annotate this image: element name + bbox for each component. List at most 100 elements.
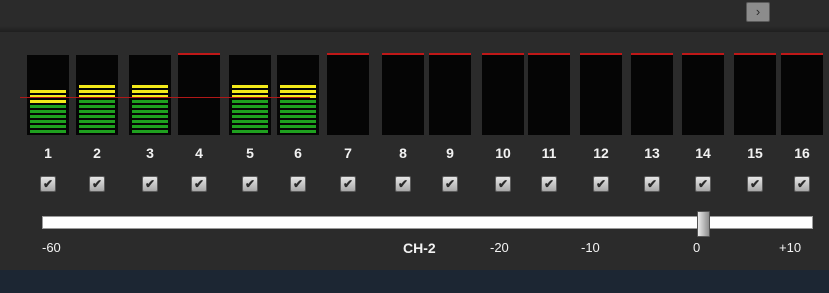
channel-enable-checkbox[interactable]: ✔ — [593, 176, 609, 192]
channel-number: 7 — [344, 145, 352, 161]
channel-enable-checkbox[interactable]: ✔ — [442, 176, 458, 192]
channel-enable-checkbox[interactable]: ✔ — [747, 176, 763, 192]
channel-number: 9 — [446, 145, 454, 161]
peak-hold-line — [580, 53, 622, 55]
meter-segment — [280, 105, 316, 108]
peak-hold-line — [781, 53, 823, 55]
channel-number: 15 — [747, 145, 763, 161]
channel-enable-checkbox[interactable]: ✔ — [242, 176, 258, 192]
meter-segment — [132, 125, 168, 128]
channel-number: 4 — [195, 145, 203, 161]
scale-minus10-label: -10 — [581, 240, 600, 255]
meter-segment — [132, 110, 168, 113]
meter-segment — [232, 90, 268, 93]
level-meter — [682, 55, 724, 135]
meter-segment — [132, 85, 168, 88]
peak-hold-line — [734, 53, 776, 55]
level-slider-thumb[interactable] — [697, 211, 710, 237]
meter-segment — [232, 120, 268, 123]
channel-number: 13 — [644, 145, 660, 161]
meter-segment — [280, 90, 316, 93]
meter-segment — [232, 100, 268, 103]
meter-segment — [30, 110, 66, 113]
meter-segment — [232, 110, 268, 113]
channel-number: 11 — [541, 145, 557, 161]
meter-segment — [132, 120, 168, 123]
level-meter — [528, 55, 570, 135]
peak-hold-line — [382, 53, 424, 55]
level-meter — [382, 55, 424, 135]
peak-hold-line — [178, 53, 220, 55]
meter-segment — [79, 105, 115, 108]
level-meter — [482, 55, 524, 135]
channel-checkboxes: ✔ ✔ ✔ ✔ ✔ ✔ ✔ ✔ ✔ ✔ ✔ ✔ ✔ ✔ ✔ ✔ — [0, 176, 829, 196]
level-meters — [0, 45, 829, 145]
level-meter — [631, 55, 673, 135]
channel-number: 5 — [246, 145, 254, 161]
peak-hold-line — [429, 53, 471, 55]
peak-hold-line — [528, 53, 570, 55]
channel-enable-checkbox[interactable]: ✔ — [695, 176, 711, 192]
channel-enable-checkbox[interactable]: ✔ — [395, 176, 411, 192]
meter-segment — [280, 115, 316, 118]
channel-number: 10 — [495, 145, 511, 161]
reference-line — [20, 97, 310, 98]
level-meter — [178, 55, 220, 135]
meter-segment — [280, 130, 316, 133]
channel-enable-checkbox[interactable]: ✔ — [191, 176, 207, 192]
level-meter — [277, 55, 319, 135]
channel-number: 8 — [399, 145, 407, 161]
meter-segment — [232, 85, 268, 88]
meter-segment — [79, 100, 115, 103]
meter-segment — [132, 130, 168, 133]
top-shadow — [0, 26, 829, 32]
scale-min-label: -60 — [42, 240, 61, 255]
top-strip: › — [0, 0, 829, 32]
level-meter — [27, 55, 69, 135]
level-meter — [129, 55, 171, 135]
level-meter — [229, 55, 271, 135]
meter-segment — [30, 120, 66, 123]
meter-segment — [280, 100, 316, 103]
meter-segment — [79, 120, 115, 123]
channel-number: 1 — [44, 145, 52, 161]
level-meter — [781, 55, 823, 135]
channel-enable-checkbox[interactable]: ✔ — [794, 176, 810, 192]
meter-segment — [79, 115, 115, 118]
level-meter — [734, 55, 776, 135]
meter-segment — [30, 90, 66, 93]
channel-enable-checkbox[interactable]: ✔ — [89, 176, 105, 192]
scale-zero-label: 0 — [693, 240, 701, 255]
meter-segment — [232, 130, 268, 133]
peak-hold-line — [631, 53, 673, 55]
meter-panel: › 1 2 3 4 5 6 7 8 9 10 11 12 13 14 15 16 ✔ ✔ ✔ ✔ ✔ ✔ ✔ ✔ ✔ ✔ ✔ ✔ ✔ ✔… — [0, 0, 829, 293]
channel-enable-checkbox[interactable]: ✔ — [495, 176, 511, 192]
peak-hold-line — [482, 53, 524, 55]
channel-enable-checkbox[interactable]: ✔ — [541, 176, 557, 192]
channel-enable-checkbox[interactable]: ✔ — [340, 176, 356, 192]
meter-segment — [132, 100, 168, 103]
meter-segment — [79, 130, 115, 133]
meter-segment — [30, 125, 66, 128]
channel-number: 12 — [593, 145, 609, 161]
channel-labels: 1 2 3 4 5 6 7 8 9 10 11 12 13 14 15 16 — [0, 145, 829, 167]
meter-segment — [280, 110, 316, 113]
meter-segment — [132, 115, 168, 118]
meter-segment — [232, 105, 268, 108]
expand-button[interactable]: › — [746, 2, 770, 22]
scale-max-label: +10 — [779, 240, 802, 255]
channel-number: 2 — [93, 145, 101, 161]
channel-enable-checkbox[interactable]: ✔ — [290, 176, 306, 192]
channel-number: 3 — [146, 145, 154, 161]
channel-enable-checkbox[interactable]: ✔ — [40, 176, 56, 192]
channel-enable-checkbox[interactable]: ✔ — [644, 176, 660, 192]
channel-number: 14 — [695, 145, 711, 161]
slider-scale: -60 CH-2 -20 -10 0 +10 — [0, 240, 829, 260]
meter-segment — [79, 125, 115, 128]
chevron-right-icon: › — [755, 4, 761, 19]
meter-segment — [30, 100, 66, 103]
meter-segment — [232, 125, 268, 128]
channel-enable-checkbox[interactable]: ✔ — [142, 176, 158, 192]
meter-segment — [280, 85, 316, 88]
bottom-strip — [0, 270, 829, 293]
